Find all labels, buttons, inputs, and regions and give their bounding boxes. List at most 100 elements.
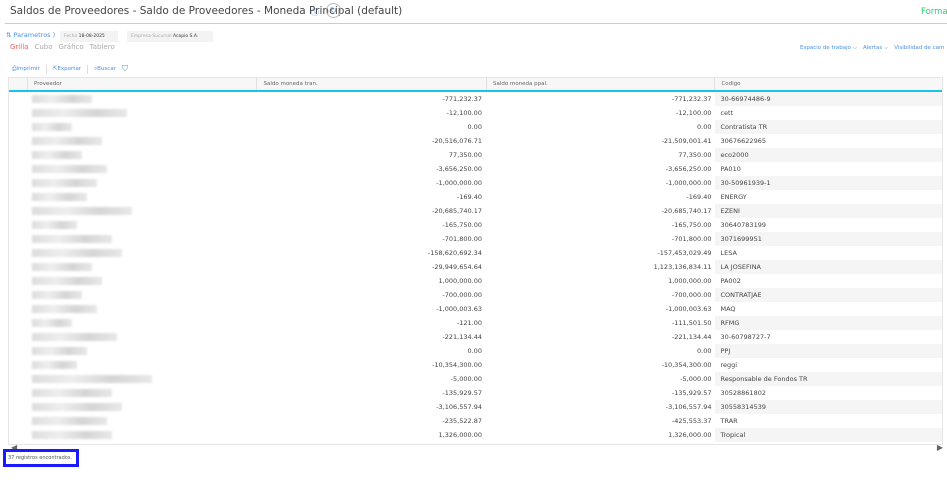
saldo-ppal-cell: -771,232.37 <box>671 95 712 103</box>
codigo-cell: PA010 <box>720 165 741 173</box>
saldo-ppal-cell: -169.40 <box>686 193 712 201</box>
saldo-tran-cell: -121.00 <box>456 319 482 327</box>
column-header-proveedor[interactable]: Proveedor <box>28 78 258 90</box>
saldo-tran-cell: -12,100.00 <box>446 109 482 117</box>
codigo-cell: PA002 <box>720 277 741 285</box>
redacted-text <box>31 207 132 215</box>
page-title: Saldos de Proveedores - Saldo de Proveed… <box>10 5 403 17</box>
column-header-saldo-tran[interactable]: Saldo moneda tran. <box>257 78 487 90</box>
redacted-text <box>31 179 97 187</box>
saldo-tran-cell: -10,354,300.00 <box>432 361 482 369</box>
codigo-cell: Tropical <box>715 428 942 442</box>
column-header-codigo[interactable]: Codigo <box>715 78 942 90</box>
parameters-toggle[interactable]: ⇅ Parametros ) <box>6 31 55 39</box>
proveedor-cell <box>28 162 258 176</box>
saldo-ppal-cell: -10,354,300.00 <box>661 361 712 369</box>
redacted-text <box>31 417 107 425</box>
saldo-ppal-cell: -111,501.50 <box>671 319 712 327</box>
grid-header: Proveedor Saldo moneda tran. Saldo moned… <box>9 78 942 92</box>
visibility-menu[interactable]: Visibilidad de cam <box>894 45 944 51</box>
print-button[interactable]: ⎙Imprimir <box>12 66 40 73</box>
search-button[interactable]: ⌕Buscar <box>94 66 116 73</box>
codigo-cell: Responsable de Fondos TR <box>715 372 942 386</box>
table-row[interactable]: -771,232.37 -771,232.37 30-66974486-9 <box>9 92 942 106</box>
table-row[interactable]: -165,750.00 -165,750.00 30640783199 <box>9 218 942 232</box>
table-row[interactable]: -121.00 -111,501.50 RFMG <box>9 316 942 330</box>
column-header-saldo-ppal[interactable]: Saldo moneda ppal. <box>487 78 716 90</box>
table-row[interactable]: -5,000.00 -5,000.00 Responsable de Fondo… <box>9 372 942 386</box>
tab-tablero[interactable]: Tablero <box>90 43 115 51</box>
proveedor-cell <box>28 176 258 190</box>
tab-grafico[interactable]: Gráfico <box>59 43 84 51</box>
right-menu: Espacio de trabajo ⌵ Alertas ⌵ Visibilidad… <box>800 45 947 52</box>
table-row[interactable]: -3,656,250.00 -3,656,250.00 PA010 <box>9 162 942 176</box>
proveedor-cell <box>28 204 258 218</box>
saldo-tran-cell: -701,800.00 <box>442 235 482 243</box>
codigo-cell: 30676622965 <box>720 137 766 145</box>
saldo-ppal-cell: 0.00 <box>697 347 712 355</box>
row-number <box>9 372 28 386</box>
row-number <box>9 316 28 330</box>
proveedor-cell <box>28 288 258 302</box>
empresa-field[interactable]: Empresa-Sucursal Acopio S.A. <box>127 31 213 42</box>
row-number <box>9 344 28 358</box>
saldo-tran-cell: -221,134.44 <box>442 333 482 341</box>
saldo-tran-cell: 0.00 <box>467 347 482 355</box>
redacted-text <box>31 305 97 313</box>
table-row[interactable]: -10,354,300.00 -10,354,300.00 reggi <box>9 358 942 372</box>
table-row[interactable]: 1,000,000.00 1,000,000.00 PA002 <box>9 274 942 288</box>
format-link[interactable]: Forma <box>921 7 947 17</box>
proveedor-cell <box>28 148 258 162</box>
table-row[interactable]: -169.40 -169.40 ENERGY <box>9 190 942 204</box>
fecha-field[interactable]: Fecha 18-08-2025 <box>60 31 118 42</box>
alerts-menu[interactable]: Alertas ⌵ <box>863 45 888 51</box>
table-row[interactable]: -701,800.00 -701,800.00 3071699951 <box>9 232 942 246</box>
tab-grilla[interactable]: Grilla <box>10 43 28 51</box>
tab-cubo[interactable]: Cubo <box>34 43 52 51</box>
info-icon[interactable]: ⓘ <box>311 7 319 18</box>
saldo-tran-cell: 0.00 <box>467 123 482 131</box>
table-row[interactable]: 0.00 0.00 Contratista TR <box>9 120 942 134</box>
table-row[interactable]: -1,000,000.00 -1,000,000.00 30-50961939-… <box>9 176 942 190</box>
row-number <box>9 204 28 218</box>
saldo-tran-cell: -135,929.57 <box>442 389 482 397</box>
row-number <box>9 176 28 190</box>
toolbar-separator <box>45 64 47 74</box>
row-number <box>9 428 28 442</box>
table-row[interactable]: -700,000.00 -700,000.00 CONTRATJAE <box>9 288 942 302</box>
table-row[interactable]: -12,100.00 -12,100.00 cett <box>9 106 942 120</box>
proveedor-cell <box>28 302 258 316</box>
saldo-ppal-cell: 77,350.00 <box>678 151 712 159</box>
table-row[interactable]: -221,134.44 -221,134.44 30-60798727-7 <box>9 330 942 344</box>
table-row[interactable]: 0.00 0.00 PPJ <box>9 344 942 358</box>
print-label: Imprimir <box>16 65 40 72</box>
saldo-ppal-cell: -1,000,000.00 <box>665 179 712 187</box>
table-row[interactable]: -1,000,003.63 -1,000,003.63 MAQ <box>9 302 942 316</box>
refresh-button[interactable]: ↻ <box>326 3 341 18</box>
proveedor-cell <box>28 120 258 134</box>
table-row[interactable]: -135,929.57 -135,929.57 30528861802 <box>9 386 942 400</box>
filter-icon[interactable]: ⛉ <box>122 64 128 74</box>
table-row[interactable]: 1,326,000.00 1,326,000.00 Tropical <box>9 428 942 442</box>
proveedor-cell <box>28 232 258 246</box>
redacted-text <box>31 221 77 229</box>
row-number <box>9 400 28 414</box>
row-number <box>9 288 28 302</box>
table-row[interactable]: -20,516,076.71 -21,509,001.41 3067662296… <box>9 134 942 148</box>
codigo-cell: 30-60798727-7 <box>720 333 771 341</box>
table-row[interactable]: -29,949,654.64 1,123,136,834.11 LA JOSEF… <box>9 260 942 274</box>
codigo-cell: 30-66974486-9 <box>715 92 942 106</box>
table-row[interactable]: -158,620,692.34 -157,453,029.49 LESA <box>9 246 942 260</box>
workspace-menu[interactable]: Espacio de trabajo ⌵ <box>800 45 857 51</box>
table-row[interactable]: -20,685,740.17 -20,685,740.17 EZENI <box>9 204 942 218</box>
saldo-tran-cell: -3,106,557.94 <box>436 403 482 411</box>
row-number <box>9 218 28 232</box>
records-count: 37 registros encontrados. <box>3 449 79 467</box>
scroll-right-icon[interactable]: ▶ <box>937 443 943 452</box>
table-row[interactable]: -3,106,557.94 -3,106,557.94 30558314539 <box>9 400 942 414</box>
horizontal-scrollbar[interactable]: ◀ ▶ <box>8 443 943 453</box>
row-number <box>9 274 28 288</box>
table-row[interactable]: -235,522.87 -425,553.37 TRAR <box>9 414 942 428</box>
table-row[interactable]: 77,350.00 77,350.00 eco2000 <box>9 148 942 162</box>
export-button[interactable]: ⇱Exportar <box>53 66 81 72</box>
